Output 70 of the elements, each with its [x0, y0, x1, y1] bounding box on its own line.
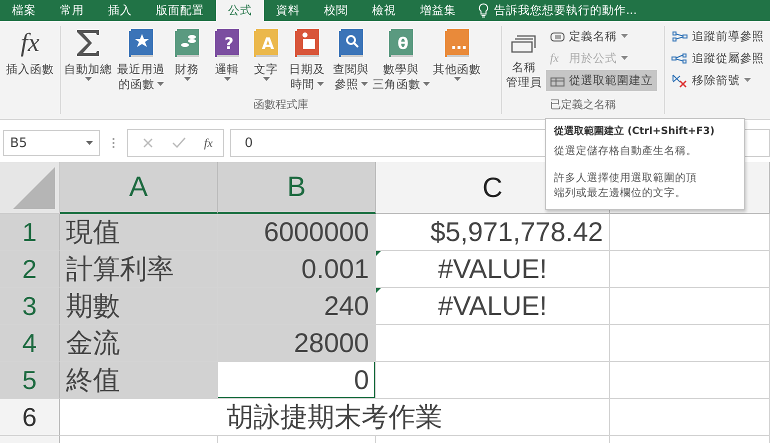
book-icon: ? — [214, 28, 240, 58]
table-cell: 現值 — [60, 214, 218, 251]
ribbon-tab[interactable]: 常用 — [48, 0, 96, 21]
trace-arrows-icon — [671, 52, 688, 65]
ribbon-tab[interactable]: 版面配置 — [144, 0, 216, 21]
trace-arrows-icon — [671, 30, 688, 43]
table-cell: 金流 — [60, 325, 218, 362]
table-cell: #VALUE! — [376, 288, 610, 325]
row-header[interactable]: 1 — [0, 214, 60, 251]
select-all-corner[interactable] — [0, 162, 60, 214]
function-category-button[interactable]: ? 邏輯 — [207, 26, 247, 97]
insert-function-button[interactable]: fx — [204, 136, 213, 150]
table-cell: 240 — [218, 288, 376, 325]
row-header[interactable]: 4 — [0, 325, 60, 362]
sigma-icon — [75, 28, 101, 58]
book-icon: θ — [388, 28, 414, 58]
name-box[interactable]: B5 — [3, 130, 100, 156]
group-label: 已定義之名稱 — [549, 97, 617, 113]
ribbon-tab[interactable]: 增益集 — [408, 0, 468, 21]
function-category-button[interactable]: A 文字 — [247, 26, 285, 97]
tell-me-search[interactable]: 告訴我您想要執行的動作... — [468, 0, 637, 21]
table-cell: 計算利率 — [60, 251, 218, 288]
cancel-icon[interactable] — [142, 137, 154, 149]
ribbon-tab[interactable]: 資料 — [264, 0, 312, 21]
table-icon — [550, 74, 565, 86]
row-header[interactable]: 3 — [0, 288, 60, 325]
function-category-button[interactable]: 財務 — [167, 26, 207, 97]
row-header[interactable]: 6 — [0, 399, 60, 436]
function-category-button[interactable]: 自動加總 — [61, 26, 115, 97]
group-label: 函數程式庫 — [252, 97, 310, 113]
ribbon-tab[interactable]: 校閱 — [312, 0, 360, 21]
audit-command-button[interactable]: 移除箭號 — [667, 70, 768, 91]
table-cell: #VALUE! — [376, 251, 610, 288]
column-header[interactable]: B — [218, 162, 376, 214]
table-cell: 胡詠捷期末考作業 — [60, 399, 610, 436]
enter-check-icon[interactable] — [172, 137, 186, 149]
table-cell: 28000 — [218, 325, 376, 362]
book-icon: A — [253, 28, 279, 58]
function-category-button[interactable]: … 其他函數 — [429, 26, 485, 97]
grip-icon — [112, 137, 115, 149]
book-icon: … — [444, 28, 470, 58]
table-cell: 期數 — [60, 288, 218, 325]
column-header[interactable]: A — [60, 162, 218, 214]
table-cell: 終值 — [60, 362, 218, 399]
function-category-button[interactable]: 日期及 時間 — [285, 26, 329, 97]
insert-function-button[interactable]: fx 插入函數 — [0, 26, 60, 77]
row-header[interactable]: 5 — [0, 362, 60, 399]
lightbulb-icon — [478, 3, 489, 18]
ribbon-tab[interactable]: 檔案 — [0, 0, 48, 21]
name-command-button[interactable]: 定義名稱 — [546, 26, 657, 47]
table-cell: 0.001 — [218, 251, 376, 288]
remove-arrows-icon — [671, 73, 688, 88]
name-manager-button[interactable]: 名稱 管理員 — [502, 26, 546, 97]
tooltip-text: 從選定儲存格自動產生名稱。 — [554, 144, 698, 159]
tag-icon — [550, 30, 565, 42]
table-cell: 0 — [218, 362, 376, 399]
audit-command-button[interactable]: 追蹤前導參照 — [667, 26, 768, 47]
ribbon-tab[interactable]: 公式 — [216, 0, 264, 21]
table-cell: 6000000 — [218, 214, 376, 251]
table-cell: $5,971,778.42 — [376, 214, 610, 251]
function-category-button[interactable]: θ 數學與 三角函數 — [373, 26, 429, 97]
ribbon-tab[interactable]: 檢視 — [360, 0, 408, 21]
ribbon-tab[interactable]: 插入 — [96, 0, 144, 21]
name-command-button[interactable]: 從選取範圍建立 — [546, 70, 657, 91]
audit-command-button[interactable]: 追蹤從屬參照 — [667, 48, 768, 69]
row-header[interactable]: 2 — [0, 251, 60, 288]
function-category-button[interactable]: 最近用過 的函數 — [115, 26, 167, 97]
caret-icon — [86, 140, 93, 146]
corner-triangle-icon — [13, 167, 55, 209]
function-category-button[interactable]: 查閱與 參照 — [329, 26, 373, 97]
